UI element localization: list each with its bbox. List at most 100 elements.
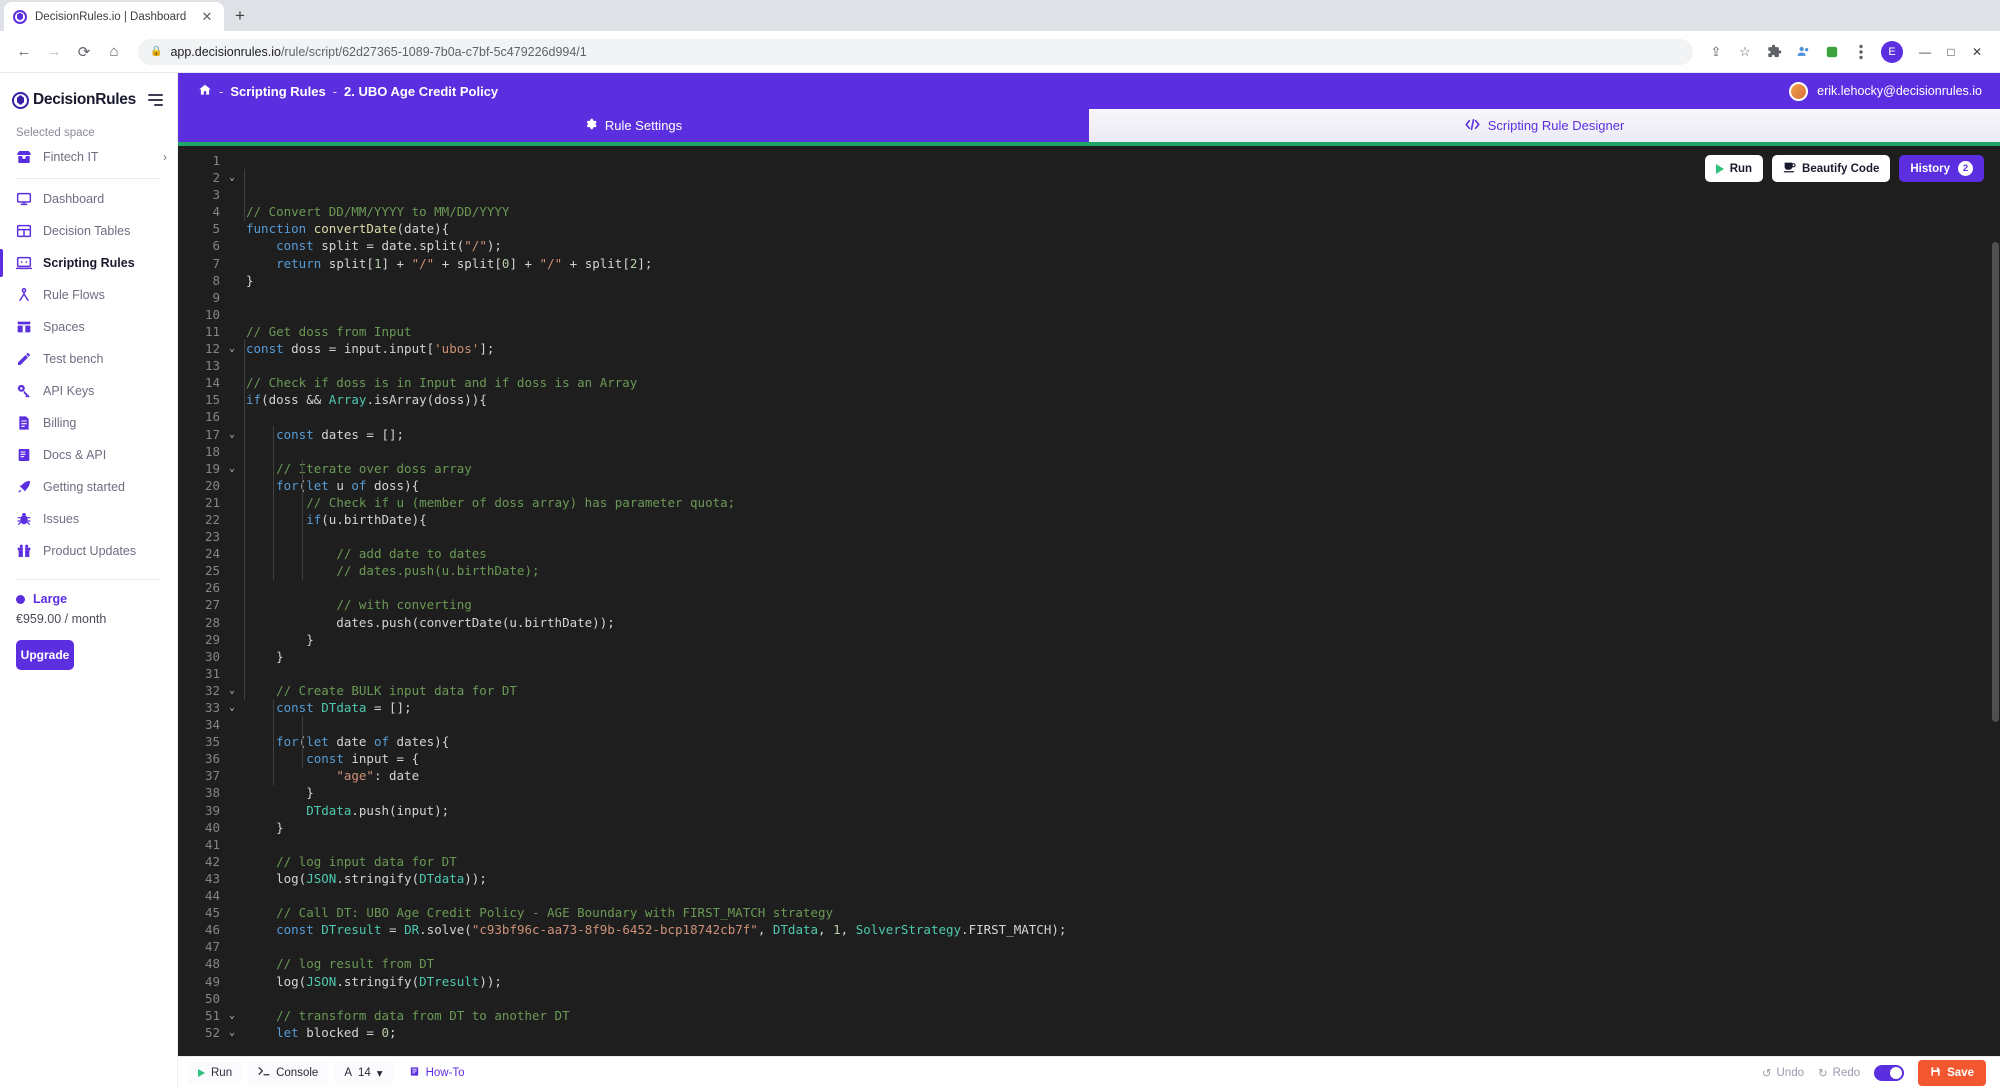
sidebar-item-spaces[interactable]: Spaces	[0, 311, 177, 343]
font-size-selector[interactable]: A 14 ▾	[334, 1061, 392, 1085]
redo-label: Redo	[1833, 1067, 1861, 1079]
extension-puzzle-icon[interactable]	[1761, 39, 1787, 65]
avatar	[1789, 82, 1808, 101]
sidebar-collapse-button[interactable]	[148, 94, 163, 106]
fold-toggle-icon[interactable]: ⌄	[224, 1024, 240, 1041]
beautify-code-button[interactable]: Beautify Code	[1772, 155, 1890, 182]
sidebar-item-scripting-rules[interactable]: Scripting Rules	[0, 247, 177, 279]
redo-button[interactable]: ↻ Redo	[1818, 1066, 1860, 1080]
key-icon	[16, 383, 32, 399]
fold-toggle-icon[interactable]: ⌄	[224, 169, 240, 186]
tab-label: Scripting Rule Designer	[1488, 118, 1625, 133]
undo-button[interactable]: ↺ Undo	[1762, 1066, 1804, 1080]
fold-toggle-icon[interactable]: ⌄	[224, 426, 240, 443]
fold-spacer	[224, 220, 240, 237]
sidebar-item-decision-tables[interactable]: Decision Tables	[0, 215, 177, 247]
fold-spacer	[224, 272, 240, 289]
code-line	[246, 408, 2000, 425]
code-fold-gutter[interactable]: ⌄⌄⌄⌄⌄⌄⌄⌄	[224, 152, 240, 1056]
sidebar-item-billing[interactable]: Billing	[0, 407, 177, 439]
window-maximize-icon[interactable]: □	[1938, 39, 1964, 65]
forward-icon[interactable]: →	[40, 38, 68, 66]
code-line	[246, 528, 2000, 545]
sidebar-item-docs-api[interactable]: Docs & API	[0, 439, 177, 471]
sidebar-item-issues[interactable]: Issues	[0, 503, 177, 535]
sidebar-space-label: Fintech IT	[43, 150, 152, 164]
code-editor[interactable]: Run Beautify Code History 2 12345678910	[178, 146, 2000, 1056]
how-to-button[interactable]: How-To	[399, 1061, 475, 1085]
fold-toggle-icon[interactable]: ⌄	[224, 699, 240, 716]
sidebar-item-getting-started[interactable]: Getting started	[0, 471, 177, 503]
fold-toggle-icon[interactable]: ⌄	[224, 682, 240, 699]
user-account-menu[interactable]: erik.lehocky@decisionrules.io	[1789, 82, 1982, 101]
code-line: // Get doss from Input	[246, 323, 2000, 340]
fold-spacer	[224, 887, 240, 904]
line-number: 46	[178, 921, 224, 938]
editor-toggle-switch[interactable]	[1874, 1065, 1904, 1081]
fold-spacer	[224, 716, 240, 733]
user-email: erik.lehocky@decisionrules.io	[1817, 84, 1982, 98]
console-button[interactable]: Console	[248, 1061, 328, 1085]
address-bar[interactable]: 🔒 app.decisionrules.io/rule/script/62d27…	[138, 39, 1693, 65]
sidebar-item-label: API Keys	[43, 384, 94, 398]
fold-toggle-icon[interactable]: ⌄	[224, 1007, 240, 1024]
scrollbar-thumb[interactable]	[1992, 242, 1999, 722]
fold-toggle-icon[interactable]: ⌄	[224, 460, 240, 477]
editor-scrollbar[interactable]	[1991, 146, 2000, 1056]
line-number: 37	[178, 767, 224, 784]
fold-toggle-icon[interactable]: ⌄	[224, 340, 240, 357]
window-close-icon[interactable]: ✕	[1964, 39, 1990, 65]
save-button[interactable]: Save	[1918, 1060, 1986, 1086]
profile-group-icon[interactable]	[1790, 39, 1816, 65]
fold-spacer	[224, 323, 240, 340]
tab-scripting-rule-designer[interactable]: Scripting Rule Designer	[1089, 109, 2000, 142]
line-number: 35	[178, 733, 224, 750]
bug-icon	[16, 511, 32, 527]
editor-bottom-toolbar: Run Console A 14 ▾	[178, 1056, 2000, 1088]
home-icon[interactable]: ⌂	[100, 38, 128, 66]
code-line: // Check if u (member of doss array) has…	[246, 494, 2000, 511]
sidebar-item-product-updates[interactable]: Product Updates	[0, 535, 177, 567]
gift-icon	[16, 543, 32, 559]
script-icon	[16, 255, 32, 271]
sidebar-space-selector[interactable]: Fintech IT ›	[0, 145, 177, 169]
fold-spacer	[224, 870, 240, 887]
chrome-profile-avatar[interactable]: E	[1881, 41, 1903, 63]
tab-rule-settings[interactable]: Rule Settings	[178, 109, 1089, 142]
home-breadcrumb-icon[interactable]	[198, 83, 212, 100]
close-icon[interactable]: ✕	[199, 10, 215, 23]
run-button[interactable]: Run	[1705, 155, 1763, 182]
share-icon[interactable]: ⇪	[1703, 39, 1729, 65]
window-minimize-icon[interactable]: —	[1912, 39, 1938, 65]
breadcrumb-section[interactable]: Scripting Rules	[230, 84, 325, 99]
application-root: DecisionRules Selected space Fintech IT …	[0, 73, 2000, 1088]
code-pane[interactable]: 1234567891011121314151617181920212223242…	[178, 146, 2000, 1056]
plan-status-dot-icon	[16, 595, 25, 604]
reload-icon[interactable]: ⟳	[70, 38, 98, 66]
monitor-icon	[16, 191, 32, 207]
upgrade-button[interactable]: Upgrade	[16, 640, 74, 670]
more-options-icon[interactable]	[1848, 39, 1874, 65]
extension-icon-2[interactable]	[1819, 39, 1845, 65]
back-icon[interactable]: ←	[10, 38, 38, 66]
line-number: 20	[178, 477, 224, 494]
rocket-icon	[16, 479, 32, 495]
sidebar-item-label: Getting started	[43, 480, 125, 494]
bookmark-star-icon[interactable]: ☆	[1732, 39, 1758, 65]
browser-tab[interactable]: DecisionRules.io | Dashboard ✕	[4, 2, 224, 31]
sidebar-item-rule-flows[interactable]: Rule Flows	[0, 279, 177, 311]
run-button-bottom[interactable]: Run	[188, 1062, 242, 1084]
url-host: app.decisionrules.io	[170, 45, 281, 59]
table-icon	[16, 223, 32, 239]
new-tab-button[interactable]: +	[226, 2, 254, 30]
sidebar-item-test-bench[interactable]: Test bench	[0, 343, 177, 375]
sidebar-item-dashboard[interactable]: Dashboard	[0, 183, 177, 215]
code-line: // Iterate over doss array	[246, 460, 2000, 477]
code-line: const split = date.split("/");	[246, 237, 2000, 254]
history-button[interactable]: History 2	[1899, 155, 1984, 182]
sidebar-item-api-keys[interactable]: API Keys	[0, 375, 177, 407]
line-number: 52	[178, 1024, 224, 1041]
code-content[interactable]: // Convert DD/MM/YYYY to MM/DD/YYYYfunct…	[240, 152, 2000, 1056]
line-number: 34	[178, 716, 224, 733]
fold-spacer	[224, 938, 240, 955]
